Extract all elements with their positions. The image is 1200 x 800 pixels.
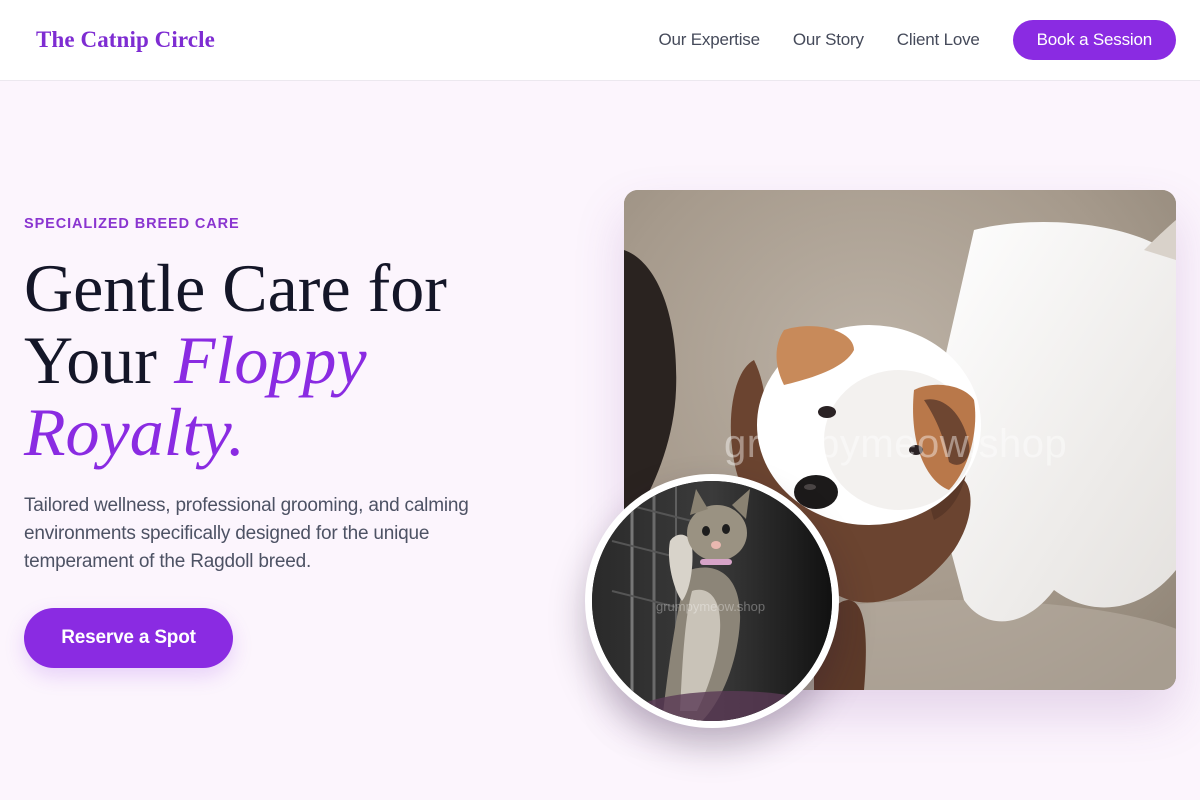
kitten-inset-photo: grumpymeow.shop: [585, 474, 839, 728]
reserve-spot-button[interactable]: Reserve a Spot: [24, 608, 233, 668]
site-logo[interactable]: The Catnip Circle: [36, 27, 215, 53]
hero-headline: Gentle Care for Your Floppy Royalty.: [24, 252, 584, 468]
nav-link-client-love[interactable]: Client Love: [897, 30, 980, 50]
hero-description: Tailored wellness, professional grooming…: [24, 495, 469, 572]
hero-eyebrow: SPECIALIZED BREED CARE: [24, 216, 240, 232]
nav-link-our-expertise[interactable]: Our Expertise: [659, 30, 761, 50]
site-header: The Catnip Circle Our Expertise Our Stor…: [0, 0, 1200, 81]
photo-watermark: grumpymeow.shop: [724, 422, 1068, 466]
nav-link-our-story[interactable]: Our Story: [793, 30, 864, 50]
main-nav: Our Expertise Our Story Client Love Book…: [659, 20, 1176, 60]
inset-watermark: grumpymeow.shop: [656, 599, 766, 614]
book-session-button[interactable]: Book a Session: [1012, 20, 1176, 60]
